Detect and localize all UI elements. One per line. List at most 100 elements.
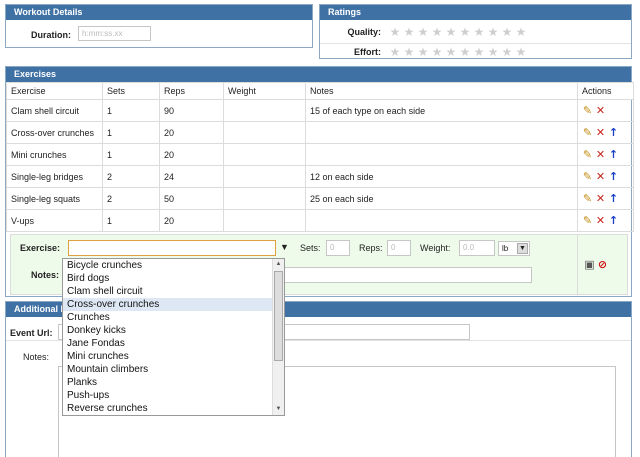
additional-notes-label: Notes: (23, 352, 50, 362)
move-up-icon[interactable]: ↑ (608, 215, 619, 226)
column-header: Notes (305, 82, 578, 100)
cell-sets: 1 (102, 209, 160, 232)
star-icon[interactable]: ★ (473, 26, 485, 38)
edit-icon[interactable]: ✎ (582, 193, 593, 204)
star-icon[interactable]: ★ (445, 46, 457, 58)
cell-exercise: Single-leg squats (6, 187, 103, 210)
cell-weight (223, 187, 306, 210)
star-icon[interactable]: ★ (403, 26, 415, 38)
cell-sets: 2 (102, 187, 160, 210)
quality-stars[interactable]: ★ ★ ★ ★ ★ ★ ★ ★ ★ ★ (389, 26, 527, 38)
weight-input[interactable]: 0.0 (459, 240, 495, 256)
sets-input[interactable]: 0 (326, 240, 350, 256)
table-row: Single-leg squats 2 50 25 on each side ✎ ✕ ↑ (6, 187, 634, 210)
move-up-icon[interactable]: ↑ (608, 171, 619, 182)
dropdown-option[interactable]: Planks (63, 376, 284, 389)
star-icon[interactable]: ★ (389, 26, 401, 38)
scroll-down-icon[interactable]: ▼ (273, 404, 284, 415)
cell-notes: 25 on each side (305, 187, 578, 210)
table-row: V-ups 1 20 ✎ ✕ ↑ (6, 209, 634, 232)
star-icon[interactable]: ★ (487, 26, 499, 38)
cell-reps: 20 (159, 209, 224, 232)
scroll-up-icon[interactable]: ▲ (273, 259, 284, 270)
cell-weight (223, 165, 306, 188)
edit-icon[interactable]: ✎ (582, 171, 593, 182)
dropdown-option[interactable]: Bird dogs (63, 272, 284, 285)
reps-input[interactable]: 0 (387, 240, 411, 256)
cell-actions: ✎ ✕ ↑ (577, 165, 634, 188)
cell-sets: 1 (102, 99, 160, 122)
dropdown-option[interactable]: Cross-over crunches (63, 298, 284, 311)
dropdown-option[interactable]: Bicycle crunches (63, 259, 284, 272)
save-icon[interactable]: ▣ (584, 259, 595, 270)
star-icon[interactable]: ★ (431, 46, 443, 58)
dropdown-option[interactable]: Mini crunches (63, 350, 284, 363)
delete-icon[interactable]: ✕ (595, 127, 606, 138)
exercise-dropdown-list[interactable]: Bicycle crunches Bird dogs Clam shell circ… (62, 258, 285, 416)
dropdown-option[interactable]: Jane Fondas (63, 337, 284, 350)
star-icon[interactable]: ★ (487, 46, 499, 58)
table-row: Single-leg bridges 2 24 12 on each side ✎ ✕ ↑ (6, 165, 634, 188)
cell-reps: 50 (159, 187, 224, 210)
cell-actions: ✎ ✕ (577, 99, 634, 122)
cancel-icon[interactable]: ⊘ (597, 259, 608, 270)
column-header: Weight (223, 82, 306, 100)
delete-icon[interactable]: ✕ (595, 149, 606, 160)
star-icon[interactable]: ★ (403, 46, 415, 58)
star-icon[interactable]: ★ (515, 26, 527, 38)
star-icon[interactable]: ★ (459, 26, 471, 38)
delete-icon[interactable]: ✕ (595, 105, 606, 116)
unit-select-value: lb (502, 244, 509, 253)
cell-exercise: Single-leg bridges (6, 165, 103, 188)
cell-reps: 90 (159, 99, 224, 122)
reps-label: Reps: (359, 243, 383, 253)
combobox-arrow-icon[interactable]: ▼ (280, 242, 289, 252)
star-icon[interactable]: ★ (445, 26, 457, 38)
move-up-icon[interactable]: ↑ (608, 193, 619, 204)
dropdown-option[interactable]: Donkey kicks (63, 324, 284, 337)
cell-reps: 24 (159, 165, 224, 188)
star-icon[interactable]: ★ (501, 46, 513, 58)
dropdown-option[interactable]: Reverse crunches (63, 402, 284, 415)
edit-icon[interactable]: ✎ (582, 149, 593, 160)
cell-exercise: Mini crunches (6, 143, 103, 166)
star-icon[interactable]: ★ (431, 26, 443, 38)
move-up-icon[interactable]: ↑ (608, 149, 619, 160)
effort-row: Effort: ★ ★ ★ ★ ★ ★ ★ ★ ★ ★ (320, 46, 631, 60)
star-icon[interactable]: ★ (515, 46, 527, 58)
cell-notes (305, 209, 578, 232)
duration-input[interactable]: h:mm:ss.xx (78, 26, 151, 41)
edit-icon[interactable]: ✎ (582, 215, 593, 226)
table-header-row: Exercise Sets Reps Weight Notes Actions (6, 82, 634, 100)
dropdown-option[interactable]: Crunches (63, 311, 284, 324)
star-icon[interactable]: ★ (417, 46, 429, 58)
edit-icon[interactable]: ✎ (582, 105, 593, 116)
cell-actions: ✎ ✕ ↑ (577, 209, 634, 232)
scrollbar-thumb[interactable] (274, 271, 283, 361)
dropdown-option[interactable]: Mountain climbers (63, 363, 284, 376)
column-header: Reps (159, 82, 224, 100)
delete-icon[interactable]: ✕ (595, 171, 606, 182)
star-icon[interactable]: ★ (417, 26, 429, 38)
star-icon[interactable]: ★ (473, 46, 485, 58)
ratings-panel: Ratings Quality: ★ ★ ★ ★ ★ ★ ★ ★ ★ ★ Effort: ★ ★ ★ ★… (319, 4, 632, 59)
dropdown-option[interactable]: Push-ups (63, 389, 284, 402)
cell-notes (305, 121, 578, 144)
unit-select[interactable]: lb ▼ (498, 241, 530, 256)
quality-row: Quality: ★ ★ ★ ★ ★ ★ ★ ★ ★ ★ (320, 26, 631, 40)
cell-exercise: Clam shell circuit (6, 99, 103, 122)
effort-stars[interactable]: ★ ★ ★ ★ ★ ★ ★ ★ ★ ★ (389, 46, 527, 58)
move-up-icon[interactable]: ↑ (608, 127, 619, 138)
exercise-combobox-input[interactable] (68, 240, 276, 256)
delete-icon[interactable]: ✕ (595, 215, 606, 226)
delete-icon[interactable]: ✕ (595, 193, 606, 204)
duration-row: Duration: h:mm:ss.xx (6, 26, 312, 44)
cell-sets: 1 (102, 143, 160, 166)
star-icon[interactable]: ★ (459, 46, 471, 58)
dropdown-scrollbar[interactable]: ▲ ▼ (272, 259, 284, 415)
edit-icon[interactable]: ✎ (582, 127, 593, 138)
star-icon[interactable]: ★ (389, 46, 401, 58)
ratings-divider (320, 43, 631, 44)
star-icon[interactable]: ★ (501, 26, 513, 38)
dropdown-option[interactable]: Clam shell circuit (63, 285, 284, 298)
